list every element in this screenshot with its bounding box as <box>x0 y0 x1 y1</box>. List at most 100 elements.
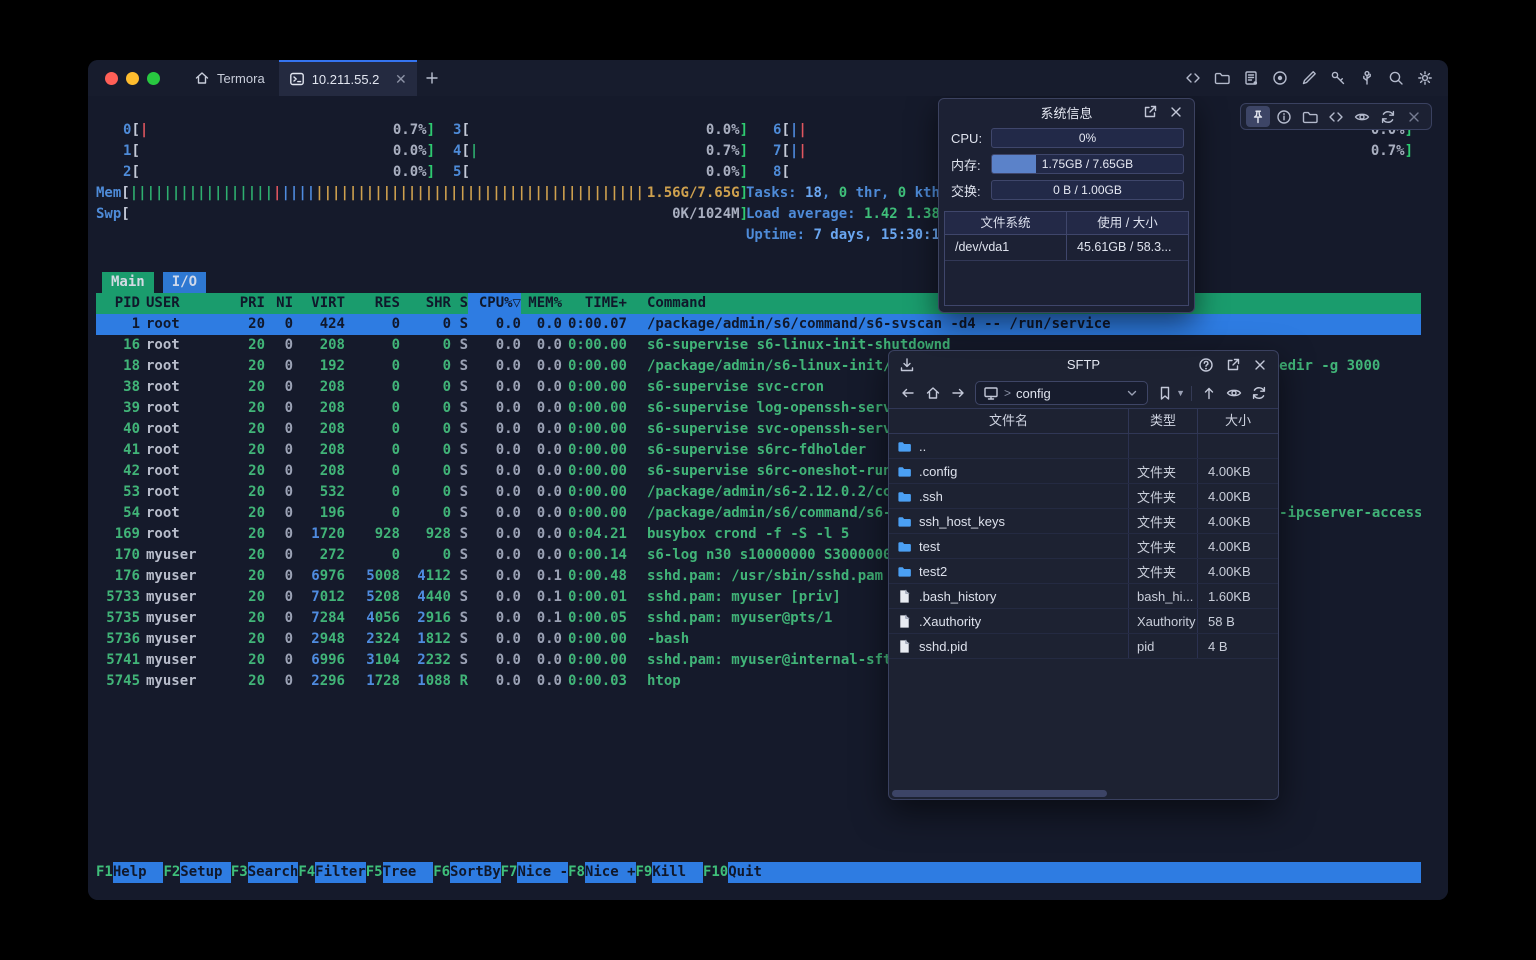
folder-button[interactable] <box>1210 67 1233 90</box>
file-row[interactable]: .. <box>889 434 1278 459</box>
file-row[interactable]: .ssh文件夹4.00KB <box>889 484 1278 509</box>
folder-icon <box>897 489 912 504</box>
scrollbar-thumb[interactable] <box>892 790 1107 797</box>
sftp-hscrollbar[interactable] <box>889 788 1278 799</box>
file-row[interactable]: .config文件夹4.00KB <box>889 459 1278 484</box>
arrow-left-icon <box>900 385 916 401</box>
column-header-s[interactable]: S <box>451 293 468 314</box>
arrow-up-icon <box>1201 385 1217 401</box>
code-button[interactable] <box>1324 106 1348 127</box>
pin-icon <box>1250 109 1266 125</box>
sftp-home-button[interactable] <box>922 382 944 404</box>
code-button[interactable] <box>1181 67 1204 90</box>
file-row[interactable]: ssh_host_keys文件夹4.00KB <box>889 509 1278 534</box>
bookmark-dropdown[interactable]: ▼ <box>1176 388 1185 398</box>
path-segment[interactable]: config <box>1016 386 1051 401</box>
process-row[interactable]: 1root20042400S0.00.00:00.07/package/admi… <box>96 314 1421 335</box>
folder-button[interactable] <box>1298 106 1322 127</box>
upload-button[interactable] <box>1198 382 1220 404</box>
fkey-f8[interactable]: F8Nice + <box>568 862 635 883</box>
chevron-down-icon[interactable] <box>1124 385 1140 401</box>
path-breadcrumb[interactable]: > config <box>975 381 1148 405</box>
nvidia-icon <box>1354 109 1370 125</box>
file-row[interactable]: .XauthorityXauthority58 B <box>889 609 1278 634</box>
cpu-meter-4: 4[|0.7%] <box>453 141 748 162</box>
new-tab-button[interactable] <box>417 60 447 96</box>
sftp-open-window-button[interactable] <box>1223 355 1243 375</box>
htop-tab-main[interactable]: Main <box>102 272 154 293</box>
sysinfo-open-window-button[interactable] <box>1140 102 1160 122</box>
forward-button[interactable] <box>947 382 969 404</box>
show-hidden-button[interactable] <box>1223 382 1245 404</box>
minimize-window-button[interactable] <box>126 72 139 85</box>
sftp-help-button[interactable] <box>1196 355 1216 375</box>
htop-table-header: PIDUSERPRINIVIRTRESSHRSCPU%▽MEM%TIME+Com… <box>96 293 1421 314</box>
close-tab-icon[interactable]: ✕ <box>395 71 407 88</box>
cpu-meter-2: 2[0.0%] <box>123 162 435 183</box>
refresh-button[interactable] <box>1248 382 1270 404</box>
fkey-f6[interactable]: F6SortBy <box>433 862 500 883</box>
sysinfo-close-button[interactable] <box>1166 102 1186 122</box>
file-row[interactable]: sshd.pidpid4 B <box>889 634 1278 659</box>
column-header-res[interactable]: RES <box>345 293 400 314</box>
column-header-pri[interactable]: PRI <box>226 293 265 314</box>
key-icon <box>1330 70 1346 86</box>
close-window-button[interactable] <box>105 72 118 85</box>
column-header-ni[interactable]: NI <box>265 293 293 314</box>
column-header-time[interactable]: TIME+ <box>562 293 627 314</box>
fkey-f3[interactable]: F3Search <box>231 862 298 883</box>
folder-icon <box>1302 109 1318 125</box>
pin-button[interactable] <box>1246 106 1270 127</box>
column-header-user[interactable]: USER <box>146 293 226 314</box>
fkey-f4[interactable]: F4Filter <box>298 862 365 883</box>
sysinfo-panel: 系统信息 CPU: 0% 内存: 1.75GB / 7.65GB 交换: 0 B… <box>938 98 1195 313</box>
terminal-icon <box>289 71 305 87</box>
sftp-column-header-1[interactable]: 类型 <box>1128 409 1198 433</box>
htop-tab-io[interactable]: I/O <box>163 272 206 293</box>
fkey-f2[interactable]: F2Setup <box>163 862 230 883</box>
sftp-column-header-2[interactable]: 大小 <box>1198 409 1278 433</box>
cpu-meter-row: 0[|0.7%]3[0.0%]6[||0.0%] <box>96 120 1421 141</box>
column-header-cpu[interactable]: CPU%▽ <box>468 293 521 314</box>
fkey-f5[interactable]: F5Tree <box>366 862 433 883</box>
fkey-f1[interactable]: F1Help <box>96 862 163 883</box>
info-button[interactable] <box>1272 106 1296 127</box>
fkey-f10[interactable]: F10Quit <box>703 862 779 883</box>
close-button[interactable] <box>1402 106 1426 127</box>
sftp-panel: SFTP > config ▼ 文件名类型大小 <box>888 350 1279 800</box>
sftp-download-button[interactable] <box>897 355 917 375</box>
plus-icon <box>424 70 440 86</box>
sync-icon <box>1380 109 1396 125</box>
key-button[interactable] <box>1326 67 1349 90</box>
zoom-window-button[interactable] <box>147 72 160 85</box>
back-button[interactable] <box>897 382 919 404</box>
sftp-column-header-0[interactable]: 文件名 <box>889 409 1128 433</box>
sftp-close-button[interactable] <box>1250 355 1270 375</box>
edit-button[interactable] <box>1297 67 1320 90</box>
sftp-title-actions <box>1196 355 1270 375</box>
fkey-f9[interactable]: F9Kill <box>636 862 703 883</box>
swap-label: 交换: <box>951 181 991 200</box>
column-header-mem[interactable]: MEM% <box>521 293 562 314</box>
bookmark-button[interactable] <box>1154 382 1176 404</box>
sync-button[interactable] <box>1376 106 1400 127</box>
column-header-pid[interactable]: PID <box>96 293 140 314</box>
titlebar: Termora 10.211.55.2 ✕ <box>88 60 1448 96</box>
settings-button[interactable] <box>1413 67 1436 90</box>
fkey-f7[interactable]: F7Nice - <box>501 862 568 883</box>
session-tab[interactable]: 10.211.55.2 ✕ <box>279 60 417 96</box>
file-row[interactable]: test2文件夹4.00KB <box>889 559 1278 584</box>
app-home-tab[interactable]: Termora <box>180 60 279 96</box>
file-row[interactable]: .bash_historybash_hi...1.60KB <box>889 584 1278 609</box>
file-row[interactable]: test文件夹4.00KB <box>889 534 1278 559</box>
home-icon <box>194 70 210 86</box>
sftp-file-list: ...config文件夹4.00KB.ssh文件夹4.00KBssh_host_… <box>889 434 1278 788</box>
record-button[interactable] <box>1268 67 1291 90</box>
open-in-new-icon <box>1142 104 1158 120</box>
log-button[interactable] <box>1239 67 1262 90</box>
search-button[interactable] <box>1384 67 1407 90</box>
keychain-button[interactable] <box>1355 67 1378 90</box>
nvidia-button[interactable] <box>1350 106 1374 127</box>
column-header-shr[interactable]: SHR <box>400 293 451 314</box>
column-header-virt[interactable]: VIRT <box>293 293 345 314</box>
